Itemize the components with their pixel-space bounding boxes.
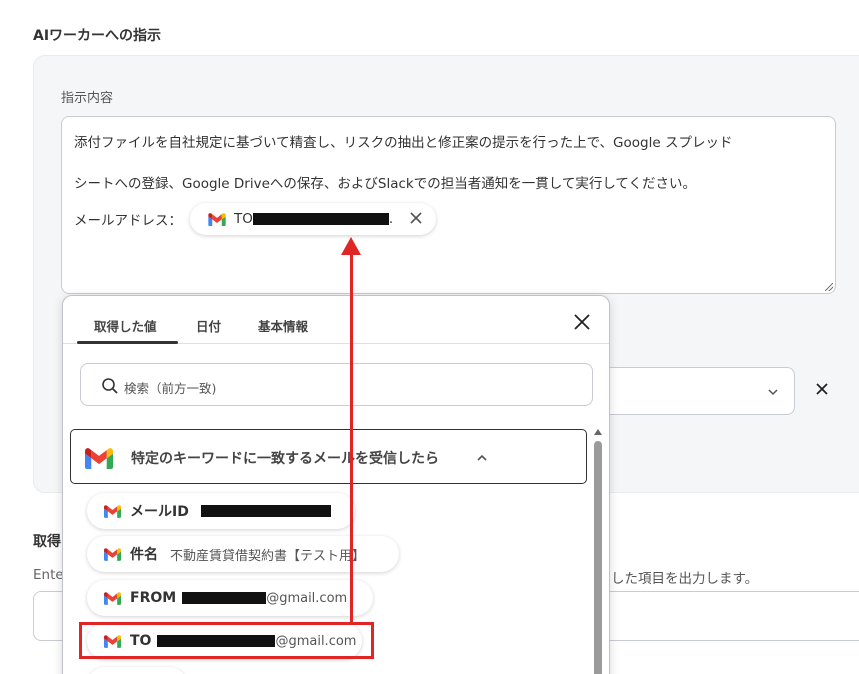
annotation-arrow-head [341, 237, 361, 255]
tab-acquired-values[interactable]: 取得した値 [94, 316, 157, 335]
mail-address-label: メールアドレス： [74, 213, 182, 229]
close-icon[interactable] [814, 381, 830, 397]
annotation-arrow-line [350, 254, 353, 622]
gmail-icon [85, 448, 113, 469]
annotation-highlight-box [79, 622, 374, 659]
to-variable-chip[interactable]: TO . [190, 203, 436, 235]
close-icon[interactable] [573, 313, 591, 331]
output-text: した項目を出力します。 [611, 571, 759, 587]
chevron-down-icon [768, 389, 778, 396]
instruction-textarea[interactable]: 添付ファイルを自社規定に基づいて精査し、リスクの抽出と修正案の提示を行った上で、… [61, 116, 836, 294]
active-tab-indicator [77, 341, 178, 344]
scrollbar-thumb[interactable] [594, 441, 602, 674]
redacted-block [182, 592, 267, 604]
search-icon [102, 378, 118, 394]
gmail-icon [104, 548, 121, 561]
section-title: AIワーカーへの指示 [33, 28, 162, 44]
item-label: FROM [130, 590, 177, 606]
enter-text: Ente [33, 567, 64, 583]
item-label: メールID [130, 504, 189, 520]
picker-tabs: 取得した値 日付 基本情報 [63, 296, 609, 344]
value-item-mail-id[interactable]: メールID [87, 493, 355, 529]
instruction-line-2: シートへの登録、Google Driveへの保存、およびSlackでの担当者通知… [74, 176, 697, 192]
redacted-block [200, 505, 331, 517]
partial-select[interactable] [600, 367, 795, 415]
gmail-icon [104, 505, 121, 518]
scrollbar[interactable] [594, 429, 602, 674]
tab-basic-info[interactable]: 基本情報 [258, 316, 308, 335]
chip-suffix: . [388, 211, 394, 227]
item-value: @gmail.com [266, 590, 348, 606]
gmail-icon [104, 592, 121, 605]
value-picker-dropdown: 取得した値 日付 基本情報 検索（前方一致) 特定のキーワードに一致するメールを… [62, 295, 610, 674]
redacted-block [252, 213, 389, 225]
value-item-next[interactable] [87, 667, 187, 674]
gmail-icon [208, 213, 226, 226]
acquire-label: 取得 [33, 534, 61, 550]
trigger-group-header[interactable]: 特定のキーワードに一致するメールを受信したら [70, 429, 587, 484]
tab-date[interactable]: 日付 [196, 316, 221, 335]
resize-handle[interactable] [825, 283, 833, 291]
search-placeholder: 検索（前方一致) [124, 381, 217, 396]
instruction-line-1: 添付ファイルを自社規定に基づいて精査し、リスクの抽出と修正案の提示を行った上で、… [74, 135, 733, 151]
trigger-group-label: 特定のキーワードに一致するメールを受信したら [131, 451, 439, 467]
scroll-up-arrow[interactable] [594, 429, 602, 435]
item-value: 不動産賃貸借契約書【テスト用】 [170, 548, 366, 564]
item-label: 件名 [130, 547, 158, 563]
chevron-up-icon [477, 454, 487, 461]
search-input[interactable]: 検索（前方一致) [80, 363, 593, 406]
value-item-from[interactable]: FROM @gmail.com [87, 580, 373, 616]
instruction-field-label: 指示内容 [61, 91, 114, 106]
close-icon[interactable] [408, 210, 424, 226]
chip-prefix: TO [234, 211, 253, 227]
